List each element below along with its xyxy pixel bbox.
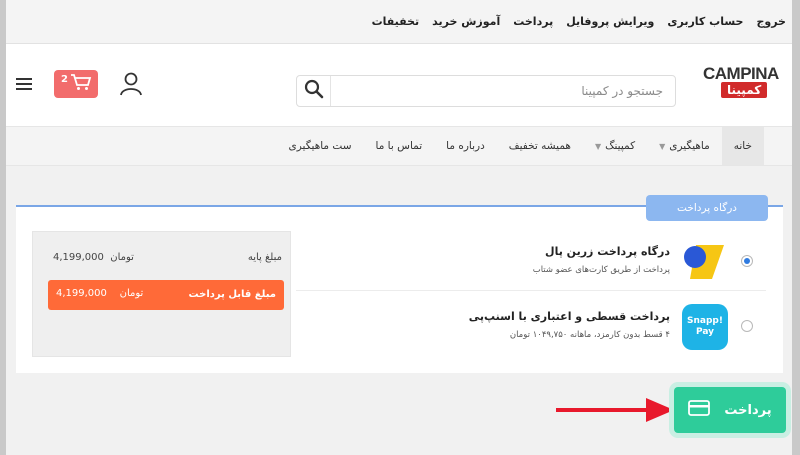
credit-card-icon bbox=[688, 400, 711, 420]
hamburger-menu-button[interactable] bbox=[16, 76, 32, 90]
nav-item-home[interactable]: خانه bbox=[721, 127, 764, 165]
snapppay-logo-line1: Snapp! bbox=[687, 316, 723, 326]
top-links-bar: خروج حساب کاربری ویرایش پروفایل پرداخت آ… bbox=[6, 0, 792, 44]
hamburger-icon bbox=[16, 76, 32, 95]
nav-item-contact[interactable]: تماس با ما bbox=[364, 127, 435, 165]
red-arrow-annotation bbox=[554, 395, 676, 425]
nav-item-label: کمپینگ bbox=[605, 140, 636, 152]
nav-item-label: درباره ما bbox=[446, 140, 485, 152]
payable-amount-unit: تومان bbox=[119, 288, 144, 299]
snapppay-logo-icon: Snapp! Pay bbox=[682, 304, 728, 350]
base-amount-number: 4,199,000 bbox=[53, 252, 104, 263]
payable-amount-number: 4,199,000 bbox=[56, 288, 107, 299]
nav-item-label: ماهیگیری bbox=[669, 140, 710, 152]
page-frame: خروج حساب کاربری ویرایش پروفایل پرداخت آ… bbox=[6, 0, 792, 455]
nav-item-fishing[interactable]: ماهیگیری ▼ bbox=[647, 127, 722, 165]
order-summary: مبلغ پایه 4,199,000 تومان مبلغ قابل پردا… bbox=[32, 231, 291, 357]
radio-zarinpal[interactable] bbox=[741, 255, 753, 267]
option-subtitle: ۴ قسط بدون کارمزد، ماهانه ۱۰۴۹,۷۵۰ تومان bbox=[509, 330, 670, 340]
chevron-down-icon: ▼ bbox=[594, 141, 602, 151]
user-account-button[interactable] bbox=[118, 71, 144, 97]
shopping-guide-link[interactable]: آموزش خرید bbox=[432, 15, 500, 28]
logout-link[interactable]: خروج bbox=[756, 15, 786, 28]
zarinpal-logo-icon bbox=[682, 239, 728, 285]
account-link[interactable]: حساب کاربری bbox=[667, 15, 743, 28]
nav-item-label: همیشه تخفیف bbox=[508, 140, 571, 152]
nav-item-about[interactable]: درباره ما bbox=[434, 127, 497, 165]
site-header: CAMPINA کمپینا 2 bbox=[6, 44, 792, 126]
pay-button-label: پرداخت bbox=[724, 402, 772, 418]
chevron-down-icon: ▼ bbox=[659, 141, 666, 151]
main-nav: خانه ماهیگیری ▼ کمپینگ ▼ همیشه تخفیف دربار… bbox=[6, 126, 792, 166]
logo-persian: کمپینا bbox=[721, 82, 768, 98]
logo-latin: CAMPINA bbox=[703, 64, 779, 83]
option-subtitle: پرداخت از طریق کارت‌های عضو شتاب bbox=[532, 265, 670, 275]
base-amount-row: مبلغ پایه 4,199,000 تومان bbox=[33, 248, 292, 268]
base-amount-unit: تومان bbox=[110, 252, 134, 263]
pay-button[interactable]: پرداخت bbox=[674, 387, 786, 433]
base-amount-value: 4,199,000 تومان bbox=[53, 252, 134, 263]
cart-button[interactable]: 2 bbox=[54, 70, 98, 98]
payable-amount-value: تومان 4,199,000 bbox=[56, 288, 143, 299]
payment-option-zarinpal[interactable]: درگاه پرداخت زرین پال پرداخت از طریق کار… bbox=[296, 231, 766, 291]
base-amount-label: مبلغ پایه bbox=[247, 252, 282, 263]
payment-option-snapppay[interactable]: Snapp! Pay پرداخت قسطی و اعتباری با اسنپ… bbox=[296, 296, 766, 356]
search-button[interactable] bbox=[297, 76, 331, 106]
radio-snapppay[interactable] bbox=[741, 320, 753, 332]
option-title: پرداخت قسطی و اعتباری با اسنپ‌پی bbox=[468, 310, 670, 323]
payable-amount-row: مبلغ قابل پرداخت تومان 4,199,000 bbox=[48, 280, 284, 310]
nav-item-fishing-set[interactable]: ست ماهیگیری bbox=[277, 127, 364, 165]
nav-item-label: تماس با ما bbox=[375, 140, 423, 152]
cart-count-badge: 2 bbox=[61, 74, 68, 85]
option-title: درگاه پرداخت زرین پال bbox=[545, 245, 670, 258]
nav-item-camping[interactable]: کمپینگ ▼ bbox=[583, 127, 647, 165]
edit-profile-link[interactable]: ویرایش پروفایل bbox=[566, 15, 654, 28]
search-icon bbox=[304, 79, 324, 103]
discounts-link[interactable]: تخفیفات bbox=[372, 15, 420, 28]
nav-item-label: خانه bbox=[733, 140, 752, 152]
gateway-section-label: درگاه پرداخت bbox=[646, 195, 768, 221]
search-input[interactable] bbox=[331, 76, 671, 106]
payment-link[interactable]: پرداخت bbox=[513, 15, 553, 28]
cart-icon bbox=[70, 73, 92, 95]
user-icon bbox=[118, 72, 144, 101]
nav-item-always-discount[interactable]: همیشه تخفیف bbox=[497, 127, 583, 165]
payable-amount-label: مبلغ قابل پرداخت bbox=[188, 289, 276, 300]
nav-item-label: ست ماهیگیری bbox=[288, 140, 352, 152]
search-box bbox=[296, 75, 676, 107]
site-logo[interactable]: CAMPINA کمپینا bbox=[703, 64, 781, 104]
snapppay-logo-line2: Pay bbox=[695, 327, 715, 337]
